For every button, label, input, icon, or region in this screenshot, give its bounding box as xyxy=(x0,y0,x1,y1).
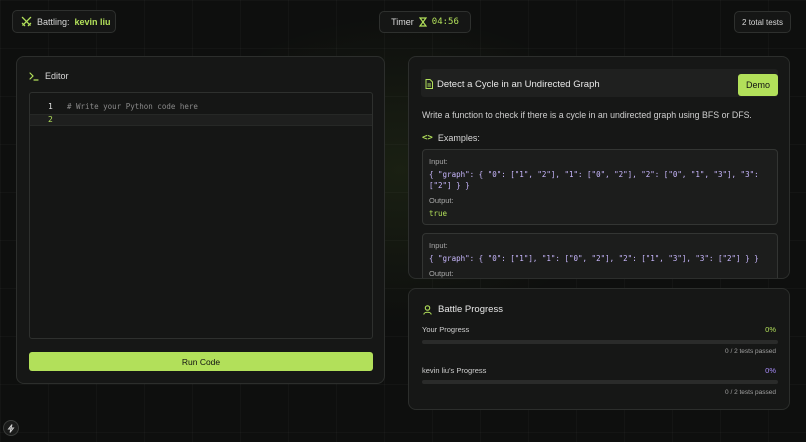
examples-label: Examples: xyxy=(437,133,480,143)
line-number: 2 xyxy=(48,115,53,124)
code-editor[interactable]: 1 2 # Write your Python code here xyxy=(29,92,373,339)
editor-panel: Editor 1 2 # Write your Python code here… xyxy=(16,56,385,384)
your-tests-passed: 0 / 2 tests passed xyxy=(725,348,776,355)
quick-action-button[interactable] xyxy=(3,420,19,436)
example-output: true xyxy=(429,209,448,218)
active-line-highlight xyxy=(30,114,372,126)
example-input: { "graph": { "0": ["1", "2"], "1": ["0",… xyxy=(429,170,759,179)
output-label: Output: xyxy=(429,269,454,278)
demo-button[interactable]: Demo xyxy=(738,74,778,96)
input-label: Input: xyxy=(429,157,448,166)
opponent-tests-passed: 0 / 2 tests passed xyxy=(725,389,776,396)
timer-label: Timer xyxy=(391,17,414,27)
progress-header: Battle Progress xyxy=(423,304,503,315)
your-progress-percent: 0% xyxy=(765,325,776,334)
terminal-icon xyxy=(29,71,39,81)
problem-panel: Detect a Cycle in an Undirected Graph De… xyxy=(408,56,790,279)
total-tests-text: 2 total tests xyxy=(742,17,783,27)
example-input: ["2"] } } xyxy=(429,181,470,190)
opponent-progress-percent: 0% xyxy=(765,366,776,375)
your-progress-label: Your Progress xyxy=(422,325,470,334)
your-progress-bar xyxy=(422,340,778,344)
battle-progress-panel: Battle Progress Your Progress 0% 0 / 2 t… xyxy=(408,288,790,410)
examples-header: <> Examples: xyxy=(422,133,480,143)
problem-title: Detect a Cycle in an Undirected Graph xyxy=(437,79,600,90)
input-label: Input: xyxy=(429,241,448,250)
code-line: # Write your Python code here xyxy=(67,102,198,111)
editor-title: Editor xyxy=(45,71,69,81)
code-brackets-icon: <> xyxy=(422,133,433,143)
document-icon xyxy=(425,79,433,89)
battling-badge: Battling: kevin liu xyxy=(12,10,116,33)
run-code-button[interactable]: Run Code xyxy=(29,352,373,371)
crossed-swords-icon xyxy=(21,16,32,27)
example-card: Input: { "graph": { "0": ["1", "2"], "1"… xyxy=(422,149,778,225)
user-icon xyxy=(423,304,432,315)
battling-label: Battling: xyxy=(37,16,70,27)
opponent-progress-bar xyxy=(422,380,778,384)
progress-title: Battle Progress xyxy=(438,304,503,315)
editor-header: Editor xyxy=(29,71,69,81)
line-number: 1 xyxy=(48,102,53,111)
total-tests-badge: 2 total tests xyxy=(734,11,791,33)
problem-description: Write a function to check if there is a … xyxy=(422,110,752,120)
example-card: Input: { "graph": { "0": ["1"], "1": ["0… xyxy=(422,233,778,278)
timer-badge: Timer 04:56 xyxy=(379,11,471,33)
opponent-name: kevin liu xyxy=(74,16,111,27)
output-label: Output: xyxy=(429,196,454,205)
lightning-icon xyxy=(7,423,15,433)
opponent-progress-label: kevin liu's Progress xyxy=(422,366,487,375)
example-input: { "graph": { "0": ["1"], "1": ["0", "2"]… xyxy=(429,254,759,263)
hourglass-icon xyxy=(418,17,427,27)
timer-value: 04:56 xyxy=(431,17,459,27)
